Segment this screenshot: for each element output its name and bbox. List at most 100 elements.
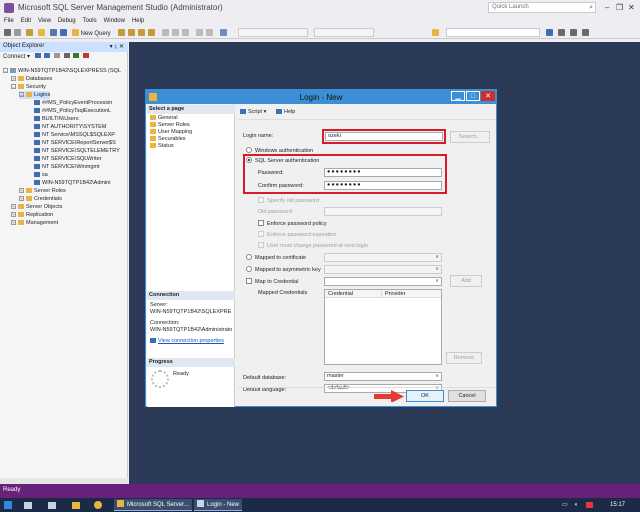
tree-node[interactable]: + Server Objects: [11, 203, 62, 211]
undo-icon[interactable]: [196, 28, 203, 37]
search-icon[interactable]: ⌕: [589, 4, 593, 12]
tree-node[interactable]: + Management: [11, 219, 58, 227]
tree-node[interactable]: NT Service\MSSQL$SQLEXP: [27, 131, 115, 139]
remove-button[interactable]: Remove: [446, 352, 482, 364]
close-icon[interactable]: ✕: [628, 3, 635, 12]
activity-icon[interactable]: [83, 53, 90, 58]
mapped-asym-radio[interactable]: Mapped to asymmetric key: [246, 266, 321, 274]
menu-tools[interactable]: Tools: [83, 16, 97, 26]
stop-icon[interactable]: [54, 53, 61, 58]
tree-node[interactable]: NT SERVICE\Winmgmt: [27, 163, 100, 171]
object-explorer-icon[interactable]: [558, 28, 565, 37]
credential-combo[interactable]: ∨: [324, 277, 442, 286]
default-database-combo[interactable]: master ∨: [324, 372, 442, 381]
tree-node[interactable]: NT SERVICE\ReportServer$S: [27, 139, 116, 147]
dmx-query-icon[interactable]: [148, 28, 155, 37]
new-query-button[interactable]: New Query: [72, 28, 111, 37]
tree-node[interactable]: + Databases: [11, 75, 52, 83]
network-icon[interactable]: ▭: [562, 499, 568, 511]
analysis-query-icon[interactable]: [128, 28, 135, 37]
minimize-icon[interactable]: –: [605, 3, 609, 12]
forward-icon[interactable]: [14, 28, 21, 37]
paste-icon[interactable]: [182, 28, 189, 37]
save-icon[interactable]: [50, 28, 57, 37]
view-connection-properties-link[interactable]: View connection properties: [150, 338, 224, 345]
mapped-credentials-grid[interactable]: Credential Provider: [324, 289, 442, 365]
tree-node[interactable]: BUILTIN\Users: [27, 115, 79, 123]
new-project-icon[interactable]: [26, 28, 33, 37]
expand-icon[interactable]: +: [19, 188, 24, 193]
folder-icon[interactable]: [72, 499, 80, 511]
connect-db-icon[interactable]: [34, 53, 41, 58]
certificate-combo[interactable]: ∨: [324, 253, 442, 262]
find-combo[interactable]: [446, 28, 540, 37]
map-credential-checkbox[interactable]: Map to Credential: [246, 278, 298, 286]
chrome-icon[interactable]: [94, 499, 102, 511]
menu-file[interactable]: File: [4, 16, 14, 26]
page-general[interactable]: General: [150, 115, 178, 122]
redo-icon[interactable]: [206, 28, 213, 37]
copy-icon[interactable]: [172, 28, 179, 37]
find-icon[interactable]: [432, 28, 440, 37]
script-button[interactable]: Script ▾: [240, 109, 266, 116]
back-icon[interactable]: [4, 28, 11, 37]
mdx-query-icon[interactable]: [138, 28, 145, 37]
tree-node[interactable]: NT SERVICE\SQLTELEMETRY: [27, 147, 120, 155]
column-credential[interactable]: Credential: [328, 290, 353, 298]
cut-icon[interactable]: [162, 28, 169, 37]
tree-node[interactable]: NT SERVICE\SQLWriter: [27, 155, 102, 163]
collapse-icon[interactable]: –: [3, 68, 8, 73]
menu-help[interactable]: Help: [132, 16, 144, 26]
tree-node[interactable]: – Security: [11, 83, 46, 91]
enforce-policy-checkbox[interactable]: Enforce password policy: [258, 220, 327, 228]
dialog-maximize-icon[interactable]: □: [466, 91, 480, 101]
cancel-button[interactable]: Cancel: [448, 390, 486, 402]
page-securables[interactable]: Securables: [150, 136, 186, 143]
save-all-icon[interactable]: [60, 28, 67, 37]
menu-debug[interactable]: Debug: [58, 16, 76, 26]
tree-node[interactable]: + Server Roles: [19, 187, 66, 195]
disconnect-icon[interactable]: [44, 53, 51, 58]
password-input[interactable]: ●●●●●●●●: [324, 168, 442, 177]
toolbox-icon[interactable]: [570, 28, 577, 37]
login-name-input[interactable]: ozeki: [325, 132, 443, 141]
page-status[interactable]: Status: [150, 143, 174, 150]
filter-icon[interactable]: [63, 53, 70, 58]
solution-config-combo[interactable]: [238, 28, 308, 37]
old-password-input[interactable]: [324, 207, 442, 216]
restore-icon[interactable]: ❐: [616, 3, 623, 12]
dialog-minimize-icon[interactable]: ▁: [451, 91, 465, 101]
tree-node[interactable]: ##MS_PolicyTsqlExecutionL: [27, 107, 111, 115]
server-manager-icon[interactable]: [48, 499, 56, 511]
speaker-icon[interactable]: ◖: [574, 499, 578, 511]
db-query-icon[interactable]: [118, 28, 125, 37]
specify-old-password-checkbox[interactable]: Specify old password: [258, 197, 319, 205]
dialog-close-icon[interactable]: ✕: [481, 91, 495, 101]
menu-view[interactable]: View: [38, 16, 51, 26]
menu-window[interactable]: Window: [104, 16, 125, 26]
ok-button[interactable]: OK: [406, 390, 444, 402]
connect-button[interactable]: Connect ▾: [3, 54, 30, 60]
notification-icon[interactable]: [586, 499, 593, 511]
tree-node[interactable]: WIN-N59TQTP1B42\Admini: [27, 179, 110, 187]
sql-auth-radio[interactable]: SQL Server authentication: [246, 157, 319, 165]
must-change-checkbox[interactable]: User must change password at next login: [258, 242, 368, 250]
properties-icon[interactable]: [546, 28, 553, 37]
taskbar-login-new[interactable]: Login - New: [194, 499, 243, 511]
panel-pin-close-icons[interactable]: ▾ ↨ ✕: [110, 43, 124, 50]
tree-node[interactable]: – Logins: [19, 91, 51, 99]
tree-node[interactable]: + Credentials: [19, 195, 62, 203]
confirm-password-input[interactable]: ●●●●●●●●: [324, 181, 442, 190]
asymmetric-key-combo[interactable]: ∨: [324, 265, 442, 274]
page-server-roles[interactable]: Server Roles: [150, 122, 190, 129]
help-button[interactable]: Help: [276, 109, 295, 116]
tree-node[interactable]: sa: [27, 171, 48, 179]
file-explorer-icon[interactable]: [24, 499, 32, 511]
tree-node[interactable]: NT AUTHORITY\SYSTEM: [27, 123, 106, 131]
search-button[interactable]: Search...: [450, 131, 490, 143]
enforce-expiration-checkbox[interactable]: Enforce password expiration: [258, 231, 336, 239]
collapse-icon[interactable]: –: [19, 92, 24, 97]
quick-launch-input[interactable]: Quick Launch ⌕: [488, 2, 596, 13]
tree-node[interactable]: – WIN-N59TQTP1B42\SQLEXPRESS (SQL: [3, 67, 121, 75]
expand-icon[interactable]: +: [19, 196, 24, 201]
